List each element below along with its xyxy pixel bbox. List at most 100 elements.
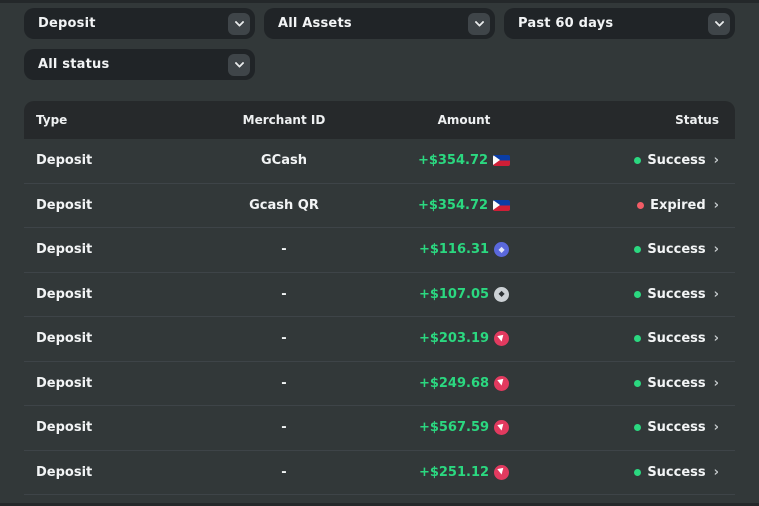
row-amount-value: +$203.19 <box>419 331 489 346</box>
chevron-glyph <box>714 17 724 27</box>
asset-filter-dropdown[interactable]: All Assets <box>264 8 495 39</box>
row-merchant-id: - <box>174 331 394 346</box>
philippines-flag-icon <box>493 200 510 211</box>
row-amount-value: +$354.72 <box>418 198 488 213</box>
column-header-amount: Amount <box>394 113 534 127</box>
row-merchant-id: - <box>174 465 394 480</box>
row-type: Deposit <box>24 420 174 435</box>
chevron-right-icon[interactable]: › <box>714 288 719 301</box>
table-row[interactable]: Deposit- +$251.12 ▼ Success › <box>24 451 735 496</box>
table-row[interactable]: Deposit-+$249.68▼Success› <box>24 362 735 407</box>
status-label: Success <box>647 376 705 391</box>
chevron-down-icon[interactable] <box>468 13 490 35</box>
tron-coin-icon: ▼ <box>494 420 509 435</box>
transactions-table: Type Merchant ID Amount Status DepositGC… <box>24 101 735 495</box>
status-label: Success <box>647 242 705 257</box>
row-merchant-id: GCash <box>174 153 394 168</box>
table-body: DepositGCash+$354.72Success›DepositGcash… <box>24 139 735 495</box>
row-amount-value: +$251.12 <box>419 465 489 480</box>
transaction-type-value: Deposit <box>38 16 96 31</box>
status-dot-icon <box>637 202 644 209</box>
chevron-glyph <box>234 17 244 27</box>
asset-filter-value: All Assets <box>278 16 352 31</box>
status-filter-dropdown[interactable]: All status <box>24 49 255 80</box>
row-amount-value: +$249.68 <box>419 376 489 391</box>
chevron-glyph <box>474 17 484 27</box>
table-row[interactable]: Deposit- +$116.31 ◆ Success › <box>24 228 735 273</box>
coin-glyph: ▼ <box>498 378 506 387</box>
row-type: Deposit <box>24 331 174 346</box>
status-label: Success <box>647 287 705 302</box>
status-dot-icon <box>634 424 641 431</box>
status-label: Success <box>647 153 705 168</box>
row-amount: +$354.72 <box>394 198 534 213</box>
chevron-right-icon[interactable]: › <box>714 154 719 167</box>
period-filter-value: Past 60 days <box>518 16 613 31</box>
coin-glyph: ▼ <box>498 423 506 432</box>
silver-coin-icon: ◆ <box>494 287 509 302</box>
row-status: Expired › <box>534 198 735 213</box>
status-label: Success <box>647 465 705 480</box>
coin-glyph: ◆ <box>498 290 504 298</box>
chevron-right-icon[interactable]: › <box>714 466 719 479</box>
transaction-type-dropdown[interactable]: Deposit <box>24 8 255 39</box>
chevron-down-icon[interactable] <box>708 13 730 35</box>
row-type: Deposit <box>24 198 174 213</box>
column-header-type: Type <box>24 113 174 127</box>
status-dot-icon <box>634 380 641 387</box>
row-amount: +$116.31 ◆ <box>394 242 534 257</box>
chevron-down-icon[interactable] <box>228 13 250 35</box>
tron-coin-icon: ▼ <box>494 331 509 346</box>
chevron-right-icon[interactable]: › <box>714 332 719 345</box>
blue-coin-icon: ◆ <box>494 242 509 257</box>
status-label: Success <box>647 331 705 346</box>
chevron-right-icon[interactable]: › <box>714 421 719 434</box>
status-dot-icon <box>634 469 641 476</box>
table-row[interactable]: DepositGcash QR +$354.72 Expired › <box>24 184 735 229</box>
row-type: Deposit <box>24 287 174 302</box>
coin-glyph: ▼ <box>498 467 506 476</box>
row-status: Success › <box>534 331 735 346</box>
row-status: Success › <box>534 153 735 168</box>
table-row[interactable]: Deposit- +$107.05 ◆ Success › <box>24 273 735 318</box>
table-row[interactable]: Deposit-+$567.59▼Success› <box>24 406 735 451</box>
row-status: Success › <box>534 465 735 480</box>
status-label: Expired <box>650 198 706 213</box>
row-merchant-id: Gcash QR <box>174 198 394 213</box>
chevron-right-icon[interactable]: › <box>714 243 719 256</box>
status-label: Success <box>647 420 705 435</box>
row-amount: +$251.12 ▼ <box>394 465 534 480</box>
chevron-right-icon[interactable]: › <box>714 199 719 212</box>
chevron-right-icon[interactable]: › <box>714 377 719 390</box>
row-type: Deposit <box>24 242 174 257</box>
tron-coin-icon: ▼ <box>494 376 509 391</box>
row-amount-value: +$107.05 <box>419 287 489 302</box>
status-dot-icon <box>634 291 641 298</box>
row-merchant-id: - <box>174 287 394 302</box>
row-type: Deposit <box>24 465 174 480</box>
row-amount: +$107.05 ◆ <box>394 287 534 302</box>
filters-bar: Deposit All Assets Past 60 days All stat… <box>0 0 759 80</box>
coin-glyph: ▼ <box>498 334 506 343</box>
status-dot-icon <box>634 246 641 253</box>
row-status: Success › <box>534 287 735 302</box>
row-amount-value: +$354.72 <box>418 153 488 168</box>
coin-glyph: ◆ <box>498 246 504 254</box>
table-header: Type Merchant ID Amount Status <box>24 101 735 139</box>
row-amount: +$354.72 <box>394 153 534 168</box>
row-merchant-id: - <box>174 242 394 257</box>
column-header-merchant-id: Merchant ID <box>174 113 394 127</box>
chevron-glyph <box>234 58 244 68</box>
status-dot-icon <box>634 335 641 342</box>
table-row[interactable]: DepositGCash +$354.72 Success › <box>24 139 735 184</box>
period-filter-dropdown[interactable]: Past 60 days <box>504 8 735 39</box>
top-edge <box>0 0 759 3</box>
philippines-flag-icon <box>493 155 510 166</box>
row-status: Success › <box>534 420 735 435</box>
row-type: Deposit <box>24 153 174 168</box>
row-amount-value: +$116.31 <box>419 242 489 257</box>
row-status: Success › <box>534 376 735 391</box>
chevron-down-icon[interactable] <box>228 54 250 76</box>
table-row[interactable]: Deposit- +$203.19 ▼ Success › <box>24 317 735 362</box>
row-type: Deposit <box>24 376 174 391</box>
